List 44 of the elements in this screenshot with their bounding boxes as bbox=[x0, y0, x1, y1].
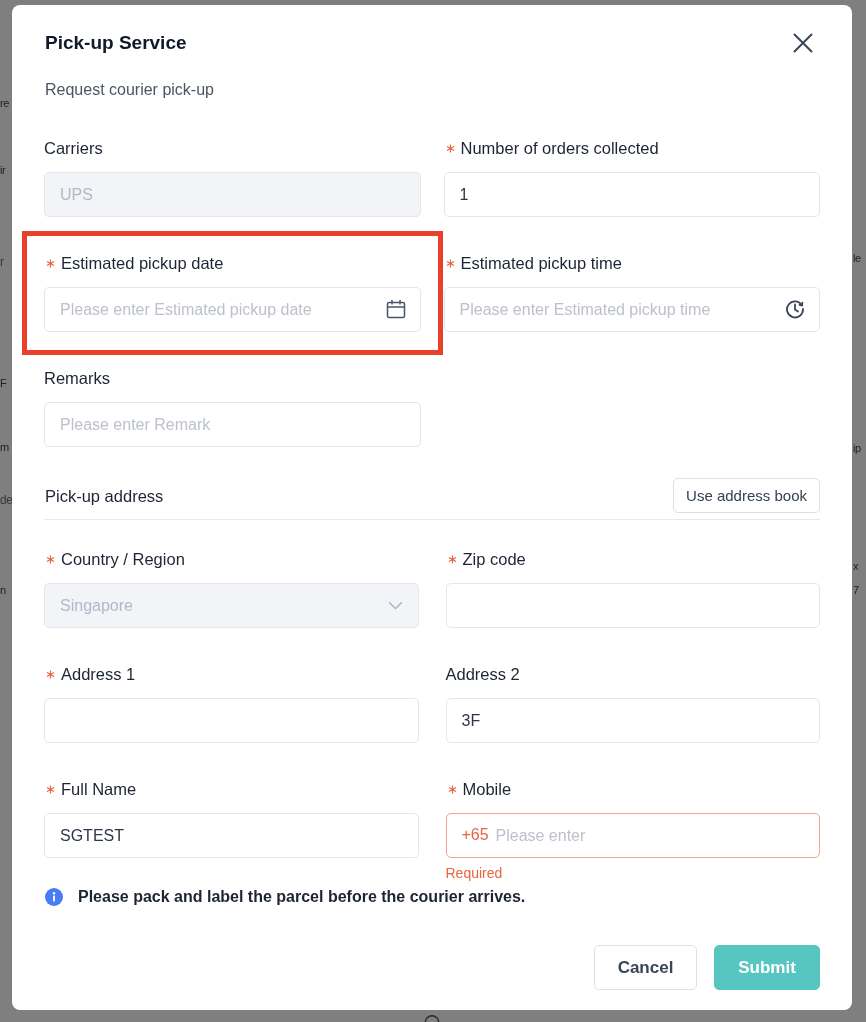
notice-text: Please pack and label the parcel before the courier arrives. bbox=[78, 887, 526, 907]
chevron-down-icon bbox=[387, 601, 403, 610]
input-field[interactable] bbox=[44, 698, 419, 743]
date-field[interactable]: Please enter Estimated pickup date bbox=[44, 287, 421, 332]
input-field[interactable]: SGTEST bbox=[44, 813, 419, 858]
country-code-prefix: +65 bbox=[461, 825, 489, 845]
clock-icon bbox=[785, 299, 805, 319]
background-text: de bbox=[0, 492, 12, 508]
field-label: Estimated pickup date bbox=[61, 253, 224, 274]
background-text: F bbox=[0, 376, 8, 391]
field-label: Number of orders collected bbox=[460, 138, 659, 159]
input-field[interactable]: 3F bbox=[445, 698, 820, 743]
field-label: Mobile bbox=[462, 779, 512, 800]
background-text: re bbox=[0, 96, 10, 111]
background-text: x bbox=[853, 559, 860, 574]
error-message: Required bbox=[445, 864, 504, 882]
field-label: Carriers bbox=[44, 138, 103, 159]
background-text: 7 bbox=[853, 583, 860, 598]
field-label: Address 2 bbox=[445, 664, 520, 685]
background-text: m bbox=[0, 440, 10, 455]
background-text: ir bbox=[0, 163, 7, 178]
field-label: Country / Region bbox=[61, 549, 185, 570]
input-field[interactable]: 1 bbox=[443, 172, 820, 217]
field-label: Remarks bbox=[44, 368, 110, 389]
field-label: Estimated pickup time bbox=[460, 253, 622, 274]
input-field[interactable]: Please enter Remark bbox=[44, 402, 421, 447]
background-text: ip bbox=[853, 441, 862, 456]
calendar-icon bbox=[385, 299, 406, 319]
field-label: Zip code bbox=[462, 549, 526, 570]
field-label: Full Name bbox=[61, 779, 137, 800]
info-icon bbox=[45, 888, 63, 906]
section-title: Pick-up address bbox=[45, 485, 164, 507]
dialog-title: Pick-up Service bbox=[45, 31, 187, 55]
dialog-subtitle: Request courier pick-up bbox=[45, 80, 215, 100]
input-field[interactable] bbox=[445, 583, 820, 628]
time-field[interactable]: Please enter Estimated pickup time bbox=[443, 287, 820, 332]
address-book-button[interactable]: Use address book bbox=[673, 478, 820, 513]
field-label: Address 1 bbox=[61, 664, 136, 685]
ring-icon bbox=[424, 1015, 440, 1022]
background-text: n bbox=[0, 583, 7, 598]
cancel-button[interactable]: Cancel bbox=[594, 945, 697, 990]
background-text: le bbox=[853, 251, 862, 266]
background-text: r bbox=[0, 254, 5, 270]
close-icon[interactable] bbox=[793, 33, 813, 53]
